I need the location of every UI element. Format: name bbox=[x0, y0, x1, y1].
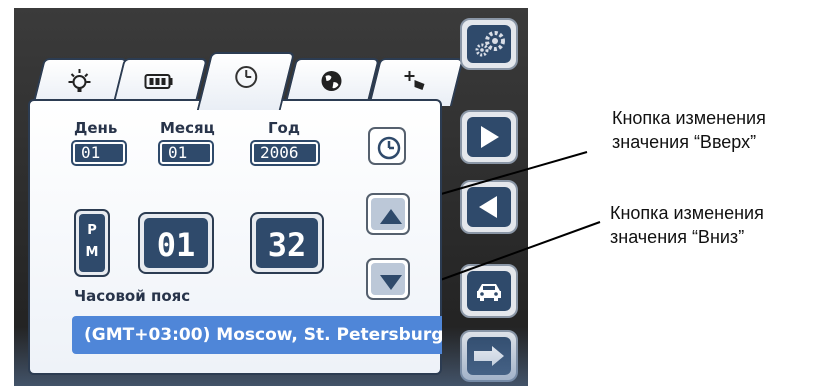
value-down-button[interactable] bbox=[366, 258, 410, 300]
day-label: День bbox=[74, 119, 118, 137]
timezone-select[interactable]: (GMT+03:00) Moscow, St. Petersburg bbox=[72, 316, 442, 354]
minutes-value: 32 bbox=[256, 218, 318, 268]
callout-down-line2: значения “Вниз” bbox=[610, 227, 745, 247]
year-label: Год bbox=[268, 119, 300, 137]
clock-icon bbox=[377, 136, 401, 160]
clock-format-button[interactable] bbox=[368, 127, 406, 165]
year-field[interactable]: 2006 bbox=[250, 140, 320, 166]
month-field[interactable]: 01 bbox=[158, 140, 214, 166]
month-label: Месяц bbox=[160, 119, 215, 137]
arrow-up-icon bbox=[380, 209, 402, 224]
hours-value: 01 bbox=[144, 218, 208, 268]
callout-up-button: Кнопка изменения значения “Вверх” bbox=[612, 106, 766, 154]
day-field[interactable]: 01 bbox=[71, 140, 127, 166]
ampm-toggle[interactable]: P M bbox=[74, 209, 110, 277]
clock-icon bbox=[206, 62, 286, 98]
callout-up-line2: значения “Вверх” bbox=[612, 132, 757, 152]
tab-clock[interactable] bbox=[196, 52, 296, 110]
ampm-top-letter: P bbox=[87, 223, 97, 238]
arrow-down-icon bbox=[380, 275, 402, 290]
datetime-panel: День 01 Месяц 01 Год 2006 P M 01 32 Часо… bbox=[28, 99, 442, 375]
callout-down-button: Кнопка изменения значения “Вниз” bbox=[610, 201, 764, 249]
hours-field[interactable]: 01 bbox=[138, 212, 214, 274]
timezone-label: Часовой пояс bbox=[74, 287, 191, 305]
minutes-field[interactable]: 32 bbox=[250, 212, 324, 274]
callout-up-line1: Кнопка изменения bbox=[612, 108, 766, 128]
callout-down-line1: Кнопка изменения bbox=[610, 203, 764, 223]
ampm-bottom-letter: M bbox=[85, 245, 99, 260]
value-up-button[interactable] bbox=[366, 193, 410, 235]
